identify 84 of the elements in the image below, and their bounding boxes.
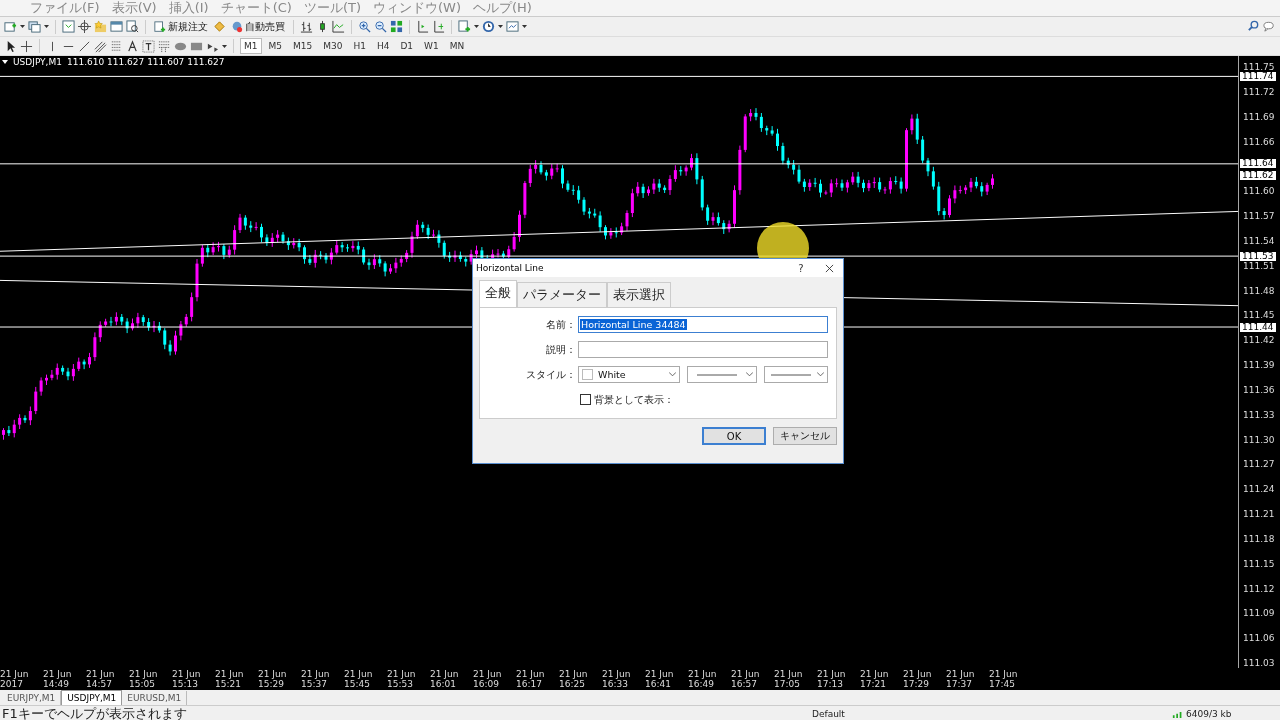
price-tag: 111.74	[1240, 71, 1276, 81]
profile-name: Default	[812, 709, 846, 719]
price-label: 111.15	[1243, 559, 1275, 569]
connection-traffic: 6409/3 kb	[1186, 709, 1232, 719]
time-label: 21 Jun 16:01	[430, 669, 460, 690]
price-label: 111.06	[1243, 634, 1275, 644]
status-hint: F1キーでヘルプが表示されます	[1, 705, 188, 720]
timeframe-button[interactable]: MN	[445, 38, 469, 54]
time-label: 21 Jun 17:45	[989, 669, 1019, 690]
price-label: 111.36	[1243, 385, 1275, 395]
price-label: 111.33	[1243, 410, 1275, 420]
price-label: 111.51	[1243, 261, 1275, 271]
timeframe-button[interactable]: D1	[396, 38, 418, 54]
timeframe-button[interactable]: H4	[372, 38, 394, 54]
cancel-button[interactable]: キャンセル	[773, 427, 837, 445]
price-tag: 111.53	[1240, 251, 1276, 261]
price-tag: 111.64	[1240, 159, 1276, 169]
timeframe-button[interactable]: M5	[264, 38, 286, 54]
price-tag: 111.44	[1240, 322, 1276, 332]
timeframe-button[interactable]: M30	[319, 38, 347, 54]
price-label: 111.66	[1243, 137, 1275, 147]
price-label: 111.03	[1243, 659, 1275, 668]
field-label: スタイル：	[525, 367, 577, 382]
color-dropdown[interactable]: White	[578, 366, 680, 383]
chart-tab[interactable]: EURUSD,M1	[122, 691, 188, 705]
time-label: 21 Jun 17:13	[817, 669, 847, 690]
timeframe-button[interactable]: H1	[349, 38, 370, 54]
price-label: 111.69	[1243, 112, 1275, 122]
dialog-tab[interactable]: 全般	[479, 280, 517, 307]
timeframe-button[interactable]: M1	[240, 38, 262, 54]
time-label: 21 Jun 16:49	[688, 669, 718, 690]
chart-tab[interactable]: USDJPY,M1	[61, 690, 123, 705]
price-label: 111.09	[1243, 609, 1275, 619]
time-label: 21 Jun 2017	[0, 669, 30, 690]
time-label: 21 Jun 15:21	[215, 669, 245, 690]
dialog-tab[interactable]: パラメーター	[517, 282, 607, 307]
timeframe-button[interactable]: M15	[289, 38, 317, 54]
chart-symbol: USDJPY,M1	[13, 57, 62, 67]
time-label: 21 Jun 17:29	[903, 669, 933, 690]
time-label: 21 Jun 15:53	[387, 669, 417, 690]
price-tag: 111.62	[1240, 171, 1276, 180]
time-label: 21 Jun 17:21	[860, 669, 890, 690]
field-label: 説明：	[545, 342, 577, 357]
price-label: 111.12	[1243, 584, 1275, 594]
price-label: 111.21	[1243, 510, 1275, 520]
checkbox-label: 背景として表示：	[594, 392, 674, 407]
price-label: 111.75	[1243, 63, 1275, 73]
time-label: 21 Jun 15:05	[129, 669, 159, 690]
price-label: 111.45	[1243, 311, 1275, 321]
price-label: 111.39	[1243, 361, 1275, 371]
time-label: 21 Jun 14:49	[43, 669, 73, 690]
dialog-tab[interactable]: 表示選択	[607, 282, 671, 307]
ok-button[interactable]: OK	[702, 427, 766, 445]
timeframe-button[interactable]: W1	[420, 38, 443, 54]
time-label: 21 Jun 15:37	[301, 669, 331, 690]
price-label: 111.72	[1243, 88, 1275, 97]
field-label: 名前：	[545, 317, 577, 332]
time-label: 21 Jun 15:45	[344, 669, 374, 690]
price-label: 111.48	[1243, 286, 1275, 296]
time-label: 21 Jun 16:17	[516, 669, 546, 690]
price-label: 111.24	[1243, 485, 1275, 495]
time-label: 21 Jun 16:41	[645, 669, 675, 690]
chart-quotes: 111.610 111.627 111.607 111.627	[66, 57, 225, 67]
price-label: 111.30	[1243, 435, 1275, 445]
price-label: 111.54	[1243, 236, 1275, 246]
price-label: 111.27	[1243, 460, 1275, 470]
time-label: 21 Jun 14:57	[86, 669, 116, 690]
time-label: 21 Jun 17:05	[774, 669, 804, 690]
price-label: 111.57	[1243, 212, 1275, 222]
price-label: 111.18	[1243, 534, 1275, 544]
dialog-title: Horizontal Line	[476, 263, 544, 273]
help-button[interactable]: ?	[787, 259, 815, 277]
time-label: 21 Jun 16:09	[473, 669, 503, 690]
auto-trading-button[interactable]: 自動売買	[229, 18, 287, 35]
time-label: 21 Jun 16:33	[602, 669, 632, 690]
time-label: 21 Jun 16:25	[559, 669, 589, 690]
time-label: 21 Jun 15:13	[172, 669, 202, 690]
name-field[interactable]: Horizontal Line 34484	[578, 316, 828, 333]
new-order-button[interactable]: 新規注文	[152, 18, 210, 35]
time-label: 21 Jun 17:37	[946, 669, 976, 690]
price-label: 111.42	[1243, 336, 1275, 346]
time-label: 21 Jun 16:57	[731, 669, 761, 690]
price-label: 111.60	[1243, 187, 1275, 197]
time-label: 21 Jun 15:29	[258, 669, 288, 690]
